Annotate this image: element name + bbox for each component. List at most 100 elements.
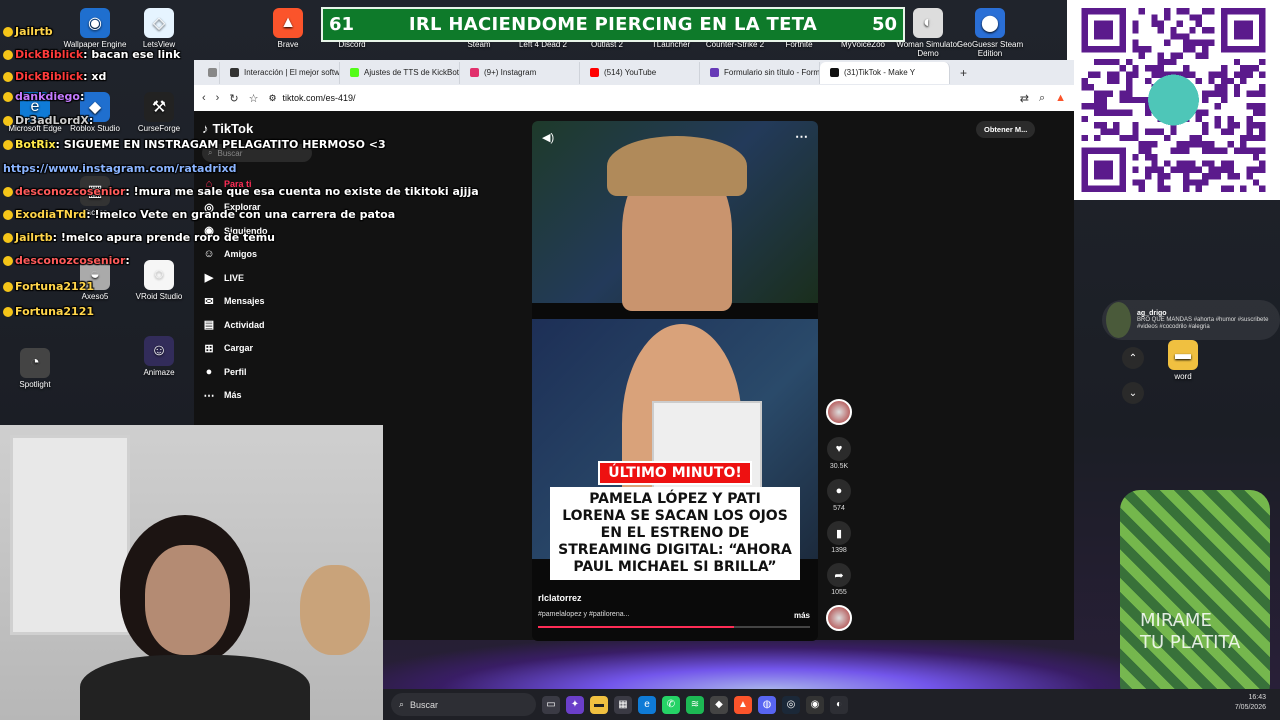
desktop-icon[interactable]: ◌ VRoid Studio <box>124 260 194 301</box>
video-action[interactable]: ▮ 1398 <box>824 521 854 554</box>
webcam-shelf <box>10 435 130 635</box>
spotify-icon[interactable]: ≋ <box>686 695 704 714</box>
bookmark-icon[interactable]: ☆ <box>249 92 259 105</box>
video-action[interactable]: ● 574 <box>824 479 854 512</box>
desktop-icon[interactable]: ◇ LetsView <box>124 8 194 49</box>
chat-text: : <box>79 90 85 103</box>
action-icon: ● <box>827 479 851 503</box>
video-action[interactable]: ♥ 30.5K <box>824 437 854 470</box>
volume-icon[interactable]: ◀) <box>542 131 554 144</box>
chat-text: : <box>125 254 130 267</box>
desktop-icon-label: Spotlight <box>19 380 51 389</box>
scroll-up-button[interactable]: ⌃ <box>1122 347 1144 369</box>
counter-right: 50 <box>871 14 897 35</box>
tab-label: Formulario sin título - Form <box>724 68 820 77</box>
browser-tab[interactable]: Formulario sin título - Form <box>700 61 820 84</box>
video-tags[interactable]: #pamelalopez y #patilorena... <box>538 611 629 618</box>
new-tab-icon[interactable]: + <box>960 66 967 80</box>
chat-message: Fortuna2121 <box>3 305 94 318</box>
nav-item[interactable]: ▶ LIVE <box>202 266 332 290</box>
url-field[interactable]: ⚙ tiktok.com/es-419/ <box>268 88 1010 108</box>
taskbar-search-text: Buscar <box>410 699 439 710</box>
nav-item[interactable]: ⊞ Cargar <box>202 337 332 361</box>
chat-username: desconozcosenior <box>15 254 126 267</box>
taskbar-search[interactable]: ⌕ Buscar <box>391 693 536 716</box>
brave-icon[interactable]: ▲ <box>734 695 752 714</box>
side-video-card[interactable]: ag_drigo BRO QUE MANDAS #ahorta #humor #… <box>1102 300 1280 340</box>
counter-left: 61 <box>329 14 355 35</box>
brave-shield-icon[interactable]: ▲ <box>1055 92 1066 104</box>
browser-tab[interactable]: Ajustes de TTS de KickBot <box>340 61 460 84</box>
creator-avatar[interactable] <box>826 399 852 425</box>
sound-avatar[interactable] <box>826 605 852 631</box>
video-action[interactable]: ➦ 1055 <box>824 563 854 596</box>
site-info-icon[interactable]: ⚙ <box>268 93 276 104</box>
tab-label: (514) YouTube <box>604 68 657 77</box>
nav-label: LIVE <box>224 272 245 283</box>
chat-text: : !melco apura prende roro de temu <box>52 231 275 244</box>
chat-message: Jailrtb: !melco apura prende roro de tem… <box>3 231 275 244</box>
scroll-down-button[interactable]: ⌄ <box>1122 382 1144 404</box>
discord-icon[interactable]: ◍ <box>758 695 776 714</box>
nav-item[interactable]: ▤ Actividad <box>202 313 332 337</box>
video-player[interactable]: ◀) ⋯ ÚLTIMO MINUTO! PAMELA LÓPEZ Y PATI … <box>532 121 818 641</box>
whatsapp-icon[interactable]: ✆ <box>662 695 680 714</box>
desktop-icon[interactable]: ◔ Spotlight <box>0 348 70 389</box>
browser-tab[interactable]: (9+) Instagram <box>460 61 580 84</box>
nav-icon: ⋯ <box>203 389 215 402</box>
video-author[interactable]: rlclatorrez <box>538 593 582 603</box>
video-progress-bar[interactable] <box>538 626 810 628</box>
task-view-icon[interactable]: ▭ <box>542 695 560 714</box>
browser-tab[interactable]: (514) YouTube <box>580 61 700 84</box>
nav-icon: ☺ <box>203 248 215 261</box>
desktop-icon-label: Brave <box>277 40 299 49</box>
desktop-icon[interactable]: ⬤ GeoGuessr Steam Edition <box>955 8 1025 58</box>
nav-item[interactable]: ✉ Mensajes <box>202 290 332 314</box>
edge-icon[interactable]: e <box>638 695 656 714</box>
file-explorer-icon[interactable]: ▬ <box>590 695 608 714</box>
app2-icon[interactable]: ◐ <box>830 695 848 714</box>
desktop-icon-label: GeoGuessr Steam Edition <box>956 40 1024 58</box>
webcam-person-face <box>145 545 230 655</box>
obs-icon[interactable]: ◉ <box>806 695 824 714</box>
nav-item[interactable]: ☺ Amigos <box>202 243 332 267</box>
steam-icon[interactable]: ◎ <box>782 695 800 714</box>
nav-label: Cargar <box>224 343 254 354</box>
back-icon[interactable]: ‹ <box>202 92 206 104</box>
desktop-icon-label: CurseForge <box>137 124 181 133</box>
video-headline: ÚLTIMO MINUTO! PAMELA LÓPEZ Y PATI LOREN… <box>550 461 800 580</box>
desktop-icon[interactable]: ▬ word <box>1148 340 1218 381</box>
taskbar-clock[interactable]: 16:43 7/05/2026 <box>1235 693 1266 713</box>
action-icon: ➦ <box>827 563 851 587</box>
chat-badge-icon <box>3 282 13 292</box>
forward-icon[interactable]: › <box>216 92 220 104</box>
app-icon[interactable]: ◆ <box>710 695 728 714</box>
app-icon: ☺ <box>144 336 174 366</box>
translate-icon[interactable]: ⇄ <box>1020 92 1029 105</box>
nav-icon: ⊞ <box>204 342 214 355</box>
desktop-icon[interactable]: ⚒ CurseForge <box>124 92 194 133</box>
tab-favicon-icon <box>350 68 359 77</box>
desktop-icon[interactable]: ▲ Brave <box>253 8 323 49</box>
zoom-icon[interactable]: ⌕ <box>1039 92 1045 105</box>
browser-tab[interactable]: Interacción | El mejor softw <box>220 61 340 84</box>
desktop-icon-label: Animaze <box>143 368 175 377</box>
tiktok-logo[interactable]: ♪ TikTok <box>202 121 332 136</box>
copilot-icon[interactable]: ✦ <box>566 695 584 714</box>
browser-tab[interactable]: (31)TikTok - Make Y <box>820 61 950 84</box>
tiktok-note-icon: ♪ <box>202 121 209 136</box>
nav-item[interactable]: ● Perfil <box>202 360 332 384</box>
more-options-icon[interactable]: ⋯ <box>795 129 808 145</box>
side-card-name: ag_drigo <box>1137 309 1167 317</box>
get-app-button[interactable]: Obtener M... <box>976 121 1036 138</box>
desktop-icon[interactable]: ◉ Wallpaper Engine <box>60 8 130 49</box>
video-more-link[interactable]: más <box>794 611 810 620</box>
desktop-icon[interactable]: ☺ Animaze <box>124 336 194 377</box>
browser-tab[interactable] <box>198 61 220 84</box>
store-icon[interactable]: ▦ <box>614 695 632 714</box>
video-progress-fill <box>538 626 734 628</box>
nav-item[interactable]: ⋯ Más <box>202 384 332 408</box>
chat-username: dankdiego <box>15 90 80 103</box>
reload-icon[interactable]: ↻ <box>229 92 238 105</box>
app-icon: ◌ <box>144 260 174 290</box>
